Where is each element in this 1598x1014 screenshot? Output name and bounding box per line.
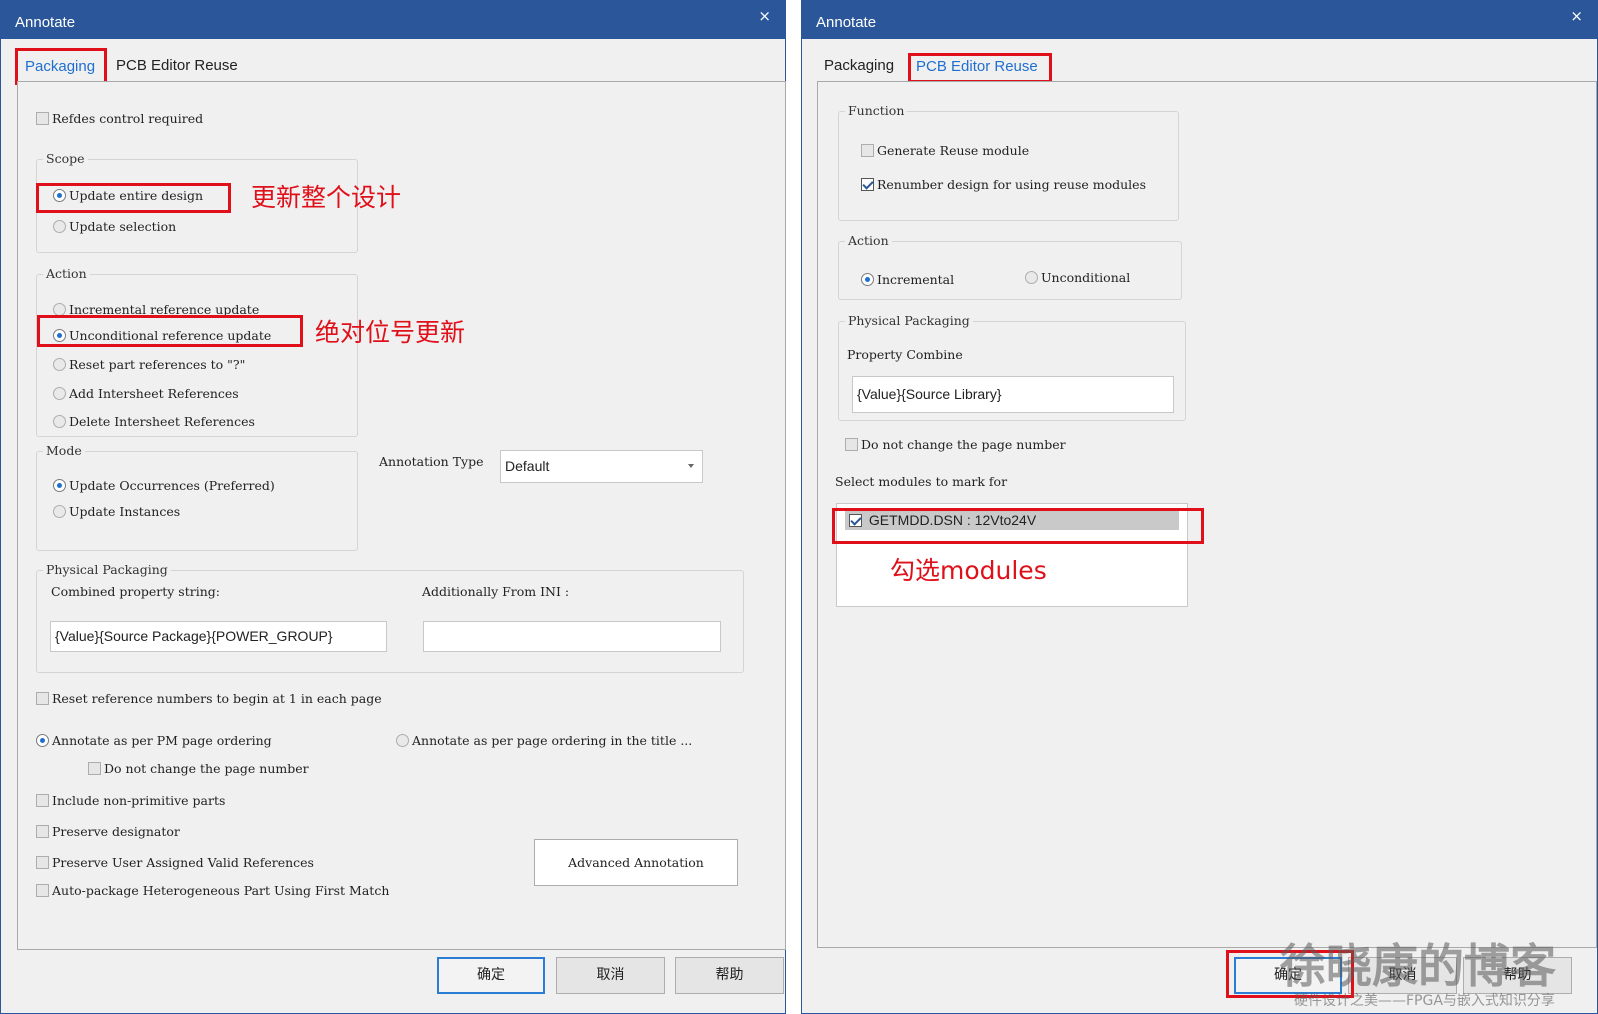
radio-icon (53, 329, 66, 342)
reuse-action-group: Action Incremental Unconditional (838, 233, 1182, 300)
reset-part-references-radio[interactable]: Reset part references to "?" (53, 357, 245, 373)
radio-icon (53, 189, 66, 202)
watermark-subtitle: 硬件设计之美——FPGA与嵌入式知识分享 (1294, 993, 1555, 1009)
reuse-no-change-page-checkbox[interactable]: Do not change the page number (845, 437, 1066, 453)
title-bar[interactable]: Annotate × (802, 1, 1597, 39)
unconditional-radio[interactable]: Unconditional (1025, 270, 1130, 286)
checkbox-icon (845, 438, 858, 451)
module-item[interactable]: GETMDD.DSN : 12Vto24V (845, 510, 1179, 530)
renumber-design-checkbox[interactable]: Renumber design for using reuse modules (861, 177, 1146, 193)
include-non-primitive-checkbox[interactable]: Include non-primitive parts (36, 793, 225, 809)
radio-icon (53, 387, 66, 400)
update-occurrences-radio[interactable]: Update Occurrences (Preferred) (53, 478, 275, 494)
watermark-text: 徐晓康的博客 (1280, 939, 1556, 993)
annotation-type-select[interactable]: Default (500, 450, 703, 483)
incremental-radio[interactable]: Incremental (861, 272, 954, 288)
radio-icon (396, 734, 409, 747)
update-entire-design-radio[interactable]: Update entire design (53, 188, 203, 204)
ini-label: Additionally From INI : (422, 584, 570, 599)
radio-icon (53, 415, 66, 428)
checkbox-icon (36, 794, 49, 807)
annotate-dialog-right: Annotate × Packaging PCB Editor Reuse Fu… (801, 0, 1598, 1014)
property-combine-label: Property Combine (847, 347, 963, 362)
modules-note: 勾选modules (890, 556, 1047, 585)
advanced-annotation-button[interactable]: Advanced Annotation (534, 839, 738, 886)
generate-reuse-checkbox[interactable]: Generate Reuse module (861, 143, 1029, 159)
preserve-user-refs-checkbox[interactable]: Preserve User Assigned Valid References (36, 855, 314, 871)
no-change-page-checkbox[interactable]: Do not change the page number (88, 761, 309, 777)
reuse-physical-packaging-title: Physical Packaging (845, 313, 973, 329)
reuse-action-title: Action (845, 233, 892, 249)
physical-packaging-title: Physical Packaging (43, 562, 171, 578)
checkbox-icon (88, 762, 101, 775)
mode-group: Mode Update Occurrences (Preferred) Upda… (36, 443, 358, 551)
mode-title: Mode (43, 443, 85, 459)
update-instances-radio[interactable]: Update Instances (53, 504, 180, 520)
window-title: Annotate (816, 14, 877, 31)
reset-reference-checkbox[interactable]: Reset reference numbers to begin at 1 in… (36, 691, 382, 707)
close-icon[interactable]: × (1570, 5, 1583, 27)
update-selection-radio[interactable]: Update selection (53, 219, 176, 235)
reuse-physical-packaging-group: Physical Packaging Property Combine {Val… (838, 313, 1186, 421)
radio-icon (36, 734, 49, 747)
modules-listbox[interactable]: GETMDD.DSN : 12Vto24V (836, 503, 1188, 607)
function-title: Function (845, 103, 908, 119)
combined-property-label: Combined property string: (51, 584, 220, 599)
radio-icon (53, 505, 66, 518)
action-note: 绝对位号更新 (315, 318, 466, 347)
checkbox-icon (36, 825, 49, 838)
checkbox-icon (36, 856, 49, 869)
radio-icon (53, 220, 66, 233)
annotate-dialog-left: Annotate × Packaging PCB Editor Reuse Re… (0, 0, 786, 1014)
checkbox-icon (36, 884, 49, 897)
title-ordering-radio[interactable]: Annotate as per page ordering in the tit… (396, 733, 692, 749)
radio-icon (1025, 271, 1038, 284)
ini-input[interactable] (423, 621, 721, 652)
radio-icon (53, 479, 66, 492)
checkbox-icon[interactable] (849, 514, 862, 527)
action-group: Action Incremental reference update Unco… (36, 266, 358, 437)
cancel-button[interactable]: 取消 (556, 957, 665, 994)
tab-packaging[interactable]: Packaging (824, 53, 894, 79)
window-title: Annotate (15, 14, 76, 31)
checkbox-icon (861, 144, 874, 157)
title-bar[interactable]: Annotate × (1, 1, 785, 39)
add-intersheet-radio[interactable]: Add Intersheet References (53, 386, 239, 402)
chevron-down-icon (688, 464, 694, 468)
pcb-editor-reuse-panel: Function Generate Reuse module Renumber … (817, 81, 1597, 948)
scope-note: 更新整个设计 (251, 183, 402, 212)
checkbox-icon (861, 178, 874, 191)
refdes-control-checkbox[interactable]: Refdes control required (36, 111, 203, 127)
radio-icon (861, 273, 874, 286)
annotation-type-label: Annotation Type (379, 454, 484, 469)
scope-title: Scope (43, 151, 88, 167)
auto-package-checkbox[interactable]: Auto-package Heterogeneous Part Using Fi… (36, 883, 389, 899)
packaging-panel: Refdes control required Scope Update ent… (17, 81, 786, 950)
close-icon[interactable]: × (758, 5, 771, 27)
pm-ordering-radio[interactable]: Annotate as per PM page ordering (36, 733, 272, 749)
tab-pcb-editor-reuse[interactable]: PCB Editor Reuse (116, 53, 238, 79)
checkbox-icon (36, 692, 49, 705)
unconditional-reference-radio[interactable]: Unconditional reference update (53, 328, 271, 344)
select-modules-label: Select modules to mark for (835, 474, 1008, 489)
checkbox-icon (36, 112, 49, 125)
radio-icon (53, 303, 66, 316)
property-combine-input[interactable]: {Value}{Source Library} (852, 376, 1174, 413)
preserve-designator-checkbox[interactable]: Preserve designator (36, 824, 180, 840)
tab-pcb-editor-reuse[interactable]: PCB Editor Reuse (916, 54, 1038, 80)
delete-intersheet-radio[interactable]: Delete Intersheet References (53, 414, 255, 430)
physical-packaging-group: Physical Packaging Combined property str… (36, 562, 744, 673)
help-button[interactable]: 帮助 (675, 957, 784, 994)
function-group: Function Generate Reuse module Renumber … (838, 103, 1179, 221)
action-title: Action (43, 266, 90, 282)
tab-packaging[interactable]: Packaging (25, 54, 95, 80)
ok-button[interactable]: 确定 (437, 957, 545, 994)
combined-property-input[interactable]: {Value}{Source Package}{POWER_GROUP} (50, 621, 387, 652)
incremental-reference-radio[interactable]: Incremental reference update (53, 302, 259, 318)
radio-icon (53, 358, 66, 371)
